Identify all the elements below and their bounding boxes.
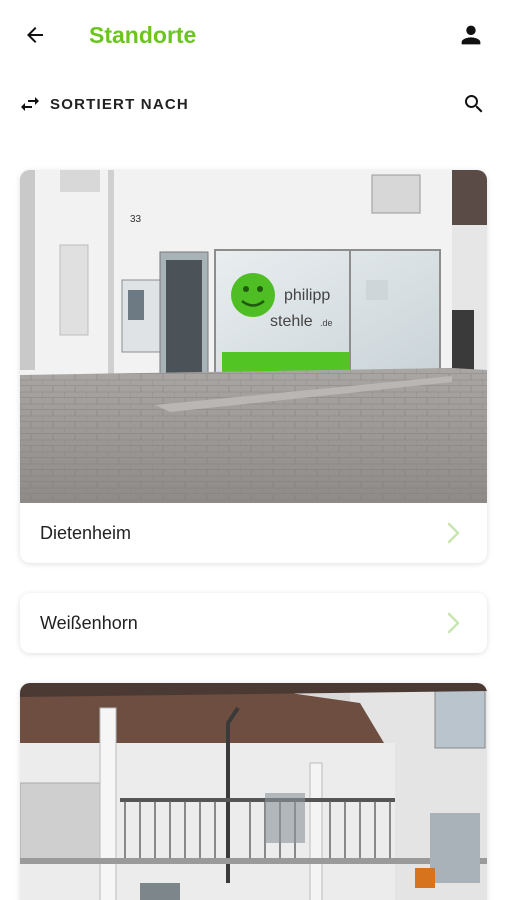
person-icon <box>461 25 481 45</box>
back-button[interactable] <box>18 20 52 50</box>
sort-label: SORTIERT NACH <box>50 95 189 113</box>
storefront-photo: 33 philipp stehle .de <box>20 170 487 503</box>
logo-line-1: philipp <box>284 287 330 304</box>
sort-bar: SORTIERT NACH <box>0 84 506 124</box>
swap-horiz-icon <box>21 97 39 111</box>
sort-button[interactable]: SORTIERT NACH <box>18 92 189 116</box>
location-card-weissenhorn[interactable]: Weißenhorn <box>20 593 487 653</box>
location-photo <box>20 683 487 900</box>
chevron-right-icon <box>447 522 460 544</box>
house-number: 33 <box>130 214 142 225</box>
location-card-footer: Weißenhorn <box>20 593 487 653</box>
location-card-dietenheim[interactable]: 33 philipp stehle .de Dietenheim <box>20 170 487 563</box>
account-button[interactable] <box>454 18 488 52</box>
building-photo <box>20 683 487 900</box>
search-icon <box>465 95 483 113</box>
page-title: Standorte <box>89 22 197 48</box>
location-photo: 33 philipp stehle .de <box>20 170 487 503</box>
app-screen: Standorte SORTIERT NACH 33 philipp stehl… <box>0 0 506 900</box>
location-name: Weißenhorn <box>40 612 138 633</box>
arrow-left-icon <box>27 27 43 43</box>
logo-suffix: .de <box>320 318 333 328</box>
chevron-right-icon <box>447 612 460 634</box>
logo-line-2: stehle <box>270 313 313 330</box>
location-card-footer: Dietenheim <box>20 503 487 563</box>
location-name: Dietenheim <box>40 522 132 543</box>
search-button[interactable] <box>460 90 488 118</box>
location-card[interactable] <box>20 683 487 900</box>
app-bar: Standorte <box>0 0 506 70</box>
